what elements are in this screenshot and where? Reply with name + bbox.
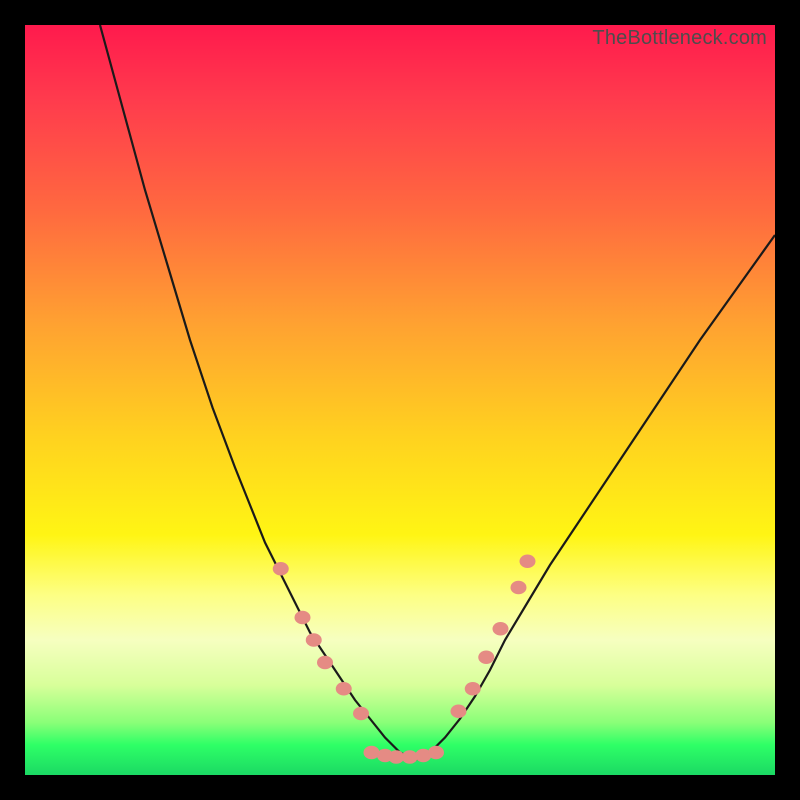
- bead-markers: [273, 554, 536, 763]
- bead-marker: [295, 611, 311, 625]
- bead-marker: [465, 682, 481, 696]
- bead-marker: [273, 562, 289, 576]
- bead-marker: [377, 749, 393, 763]
- bead-marker: [428, 746, 444, 760]
- bead-marker: [317, 656, 333, 670]
- bead-marker: [511, 581, 527, 595]
- bead-marker: [493, 622, 509, 636]
- right-curve: [415, 235, 775, 760]
- plot-area: TheBottleneck.com: [25, 25, 775, 775]
- outer-frame: TheBottleneck.com: [0, 0, 800, 800]
- bead-marker: [451, 704, 467, 718]
- bead-marker: [415, 749, 431, 763]
- bead-marker: [520, 554, 536, 568]
- bead-marker: [364, 746, 380, 760]
- left-curve: [100, 25, 415, 760]
- bead-marker: [336, 682, 352, 696]
- bead-marker: [306, 633, 322, 647]
- bead-marker: [402, 750, 418, 764]
- chart-svg: [25, 25, 775, 775]
- watermark-label: TheBottleneck.com: [592, 27, 767, 50]
- bead-marker: [478, 650, 494, 664]
- bead-marker: [388, 750, 404, 764]
- bead-marker: [353, 707, 369, 721]
